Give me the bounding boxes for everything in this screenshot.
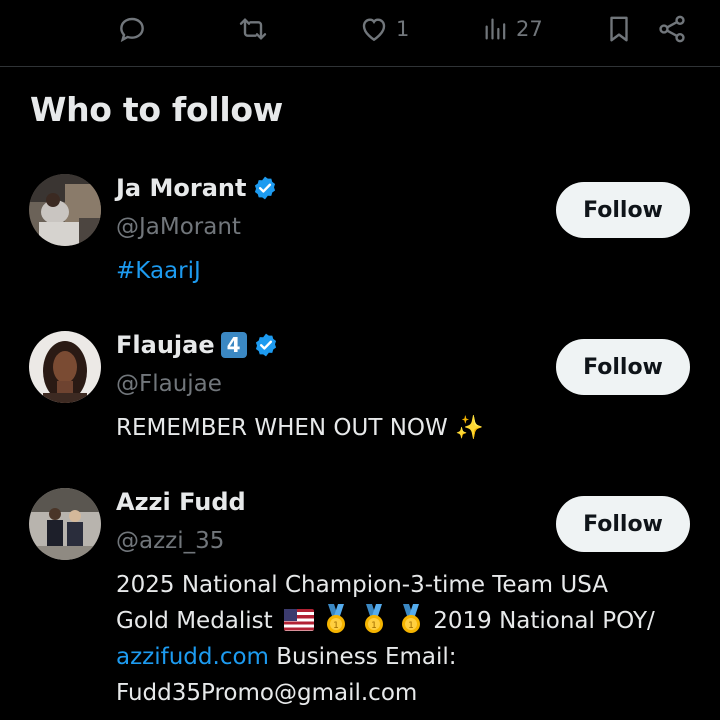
bio-line: Fudd35Promo@gmail.com bbox=[116, 680, 418, 706]
follow-button[interactable]: Follow bbox=[556, 496, 690, 552]
user-handle: @JaMorant bbox=[116, 214, 241, 240]
tweet-action-bar: 1 27 bbox=[0, 0, 720, 67]
us-flag-icon bbox=[283, 609, 314, 631]
user-name[interactable]: Flaujae bbox=[116, 331, 215, 359]
avatar[interactable] bbox=[29, 488, 101, 560]
bio-text: REMEMBER WHEN OUT NOW bbox=[116, 415, 448, 441]
user-bio: REMEMBER WHEN OUT NOW ✨ bbox=[116, 410, 706, 446]
bookmark-icon bbox=[610, 16, 628, 42]
like-button[interactable]: 1 bbox=[358, 10, 409, 48]
views-count: 27 bbox=[516, 17, 543, 41]
bio-text: 2019 National POY/ bbox=[433, 608, 655, 634]
keycap-four-badge: 4 bbox=[220, 332, 247, 358]
verified-badge-icon bbox=[255, 333, 276, 357]
bookmark-button[interactable] bbox=[604, 10, 634, 48]
bio-text: Business Email: bbox=[268, 644, 457, 670]
gold-medal-icon: 1 bbox=[364, 604, 383, 633]
follow-button[interactable]: Follow bbox=[556, 182, 690, 238]
like-count: 1 bbox=[396, 17, 410, 41]
hashtag-link[interactable]: #KaariJ bbox=[116, 253, 706, 289]
reply-button[interactable] bbox=[116, 10, 148, 48]
bio-line: Gold Medalist 1 1 1 2019 National POY/ bbox=[116, 603, 706, 639]
repost-icon bbox=[239, 18, 267, 40]
reply-icon bbox=[120, 17, 144, 43]
user-name[interactable]: Ja Morant bbox=[116, 174, 246, 202]
user-name-row[interactable]: Ja Morant bbox=[116, 174, 278, 202]
sparkles-icon: ✨ bbox=[455, 415, 484, 441]
svg-text:1: 1 bbox=[333, 621, 339, 631]
user-handle: @Flaujae bbox=[116, 371, 222, 397]
bio-line: azzifudd.com Business Email: bbox=[116, 639, 706, 675]
follow-button[interactable]: Follow bbox=[556, 339, 690, 395]
heart-icon bbox=[362, 18, 386, 42]
svg-text:1: 1 bbox=[371, 621, 377, 631]
website-link[interactable]: azzifudd.com bbox=[116, 644, 269, 670]
gold-medal-icon: 1 bbox=[327, 604, 346, 633]
bio-line: 2025 National Champion-3-time Team USA bbox=[116, 572, 608, 598]
gold-medal-icon: 1 bbox=[401, 604, 420, 633]
user-name-row[interactable]: Azzi Fudd bbox=[116, 488, 246, 516]
avatar[interactable] bbox=[29, 174, 101, 246]
share-button[interactable] bbox=[656, 10, 688, 48]
user-name-row[interactable]: Flaujae 4 bbox=[116, 331, 279, 359]
user-handle: @azzi_35 bbox=[116, 528, 225, 554]
share-icon bbox=[659, 15, 685, 43]
views-button[interactable]: 27 bbox=[482, 10, 543, 48]
svg-text:1: 1 bbox=[408, 621, 414, 631]
views-chart-icon bbox=[485, 18, 506, 40]
user-bio: 2025 National Champion-3-time Team USA G… bbox=[116, 567, 706, 711]
bio-text: Gold Medalist bbox=[116, 608, 273, 634]
verified-badge-icon bbox=[255, 176, 276, 200]
user-name[interactable]: Azzi Fudd bbox=[116, 488, 246, 516]
who-to-follow-heading: Who to follow bbox=[30, 90, 283, 129]
avatar[interactable] bbox=[29, 331, 101, 403]
repost-button[interactable] bbox=[236, 10, 270, 48]
